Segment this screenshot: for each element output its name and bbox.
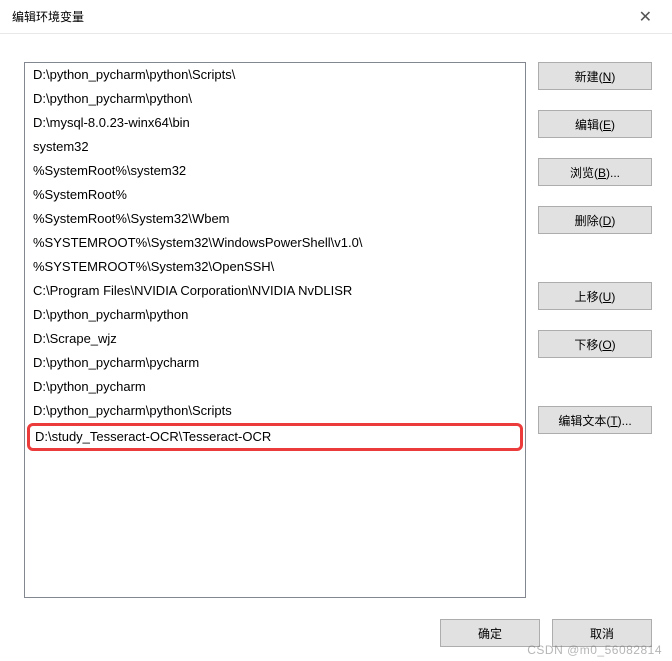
move-down-button[interactable]: 下移(O) [538,330,652,358]
list-item[interactable]: %SYSTEMROOT%\System32\WindowsPowerShell\… [25,231,525,255]
path-listbox[interactable]: D:\python_pycharm\python\Scripts\D:\pyth… [24,62,526,598]
list-item[interactable]: D:\study_Tesseract-OCR\Tesseract-OCR [27,423,523,451]
browse-button[interactable]: 浏览(B)... [538,158,652,186]
list-item[interactable]: D:\python_pycharm\python\Scripts [25,399,525,423]
titlebar: 编辑环境变量 ✕ [0,0,672,34]
list-item[interactable]: D:\mysql-8.0.23-winx64\bin [25,111,525,135]
list-item[interactable]: %SystemRoot% [25,183,525,207]
list-item[interactable]: D:\python_pycharm\pycharm [25,351,525,375]
edit-text-button[interactable]: 编辑文本(T)... [538,406,652,434]
list-item[interactable]: system32 [25,135,525,159]
list-item[interactable]: D:\python_pycharm\python\Scripts\ [25,63,525,87]
list-item[interactable]: C:\Program Files\NVIDIA Corporation\NVID… [25,279,525,303]
list-item[interactable]: D:\Scrape_wjz [25,327,525,351]
new-button[interactable]: 新建(N) [538,62,652,90]
cancel-button[interactable]: 取消 [552,619,652,647]
side-button-panel: 新建(N) 编辑(E) 浏览(B)... 删除(D) 上移(U) 下移(O) 编… [538,62,652,598]
move-up-button[interactable]: 上移(U) [538,282,652,310]
dialog-footer: 确定 取消 [440,619,652,647]
list-item[interactable]: %SYSTEMROOT%\System32\OpenSSH\ [25,255,525,279]
close-icon[interactable]: ✕ [631,3,660,31]
list-item[interactable]: D:\python_pycharm\python [25,303,525,327]
ok-button[interactable]: 确定 [440,619,540,647]
list-item[interactable]: D:\python_pycharm\python\ [25,87,525,111]
dialog-content: D:\python_pycharm\python\Scripts\D:\pyth… [0,34,672,610]
edit-button[interactable]: 编辑(E) [538,110,652,138]
delete-button[interactable]: 删除(D) [538,206,652,234]
window-title: 编辑环境变量 [12,8,84,25]
list-item[interactable]: %SystemRoot%\System32\Wbem [25,207,525,231]
list-item[interactable]: D:\python_pycharm [25,375,525,399]
list-item[interactable]: %SystemRoot%\system32 [25,159,525,183]
